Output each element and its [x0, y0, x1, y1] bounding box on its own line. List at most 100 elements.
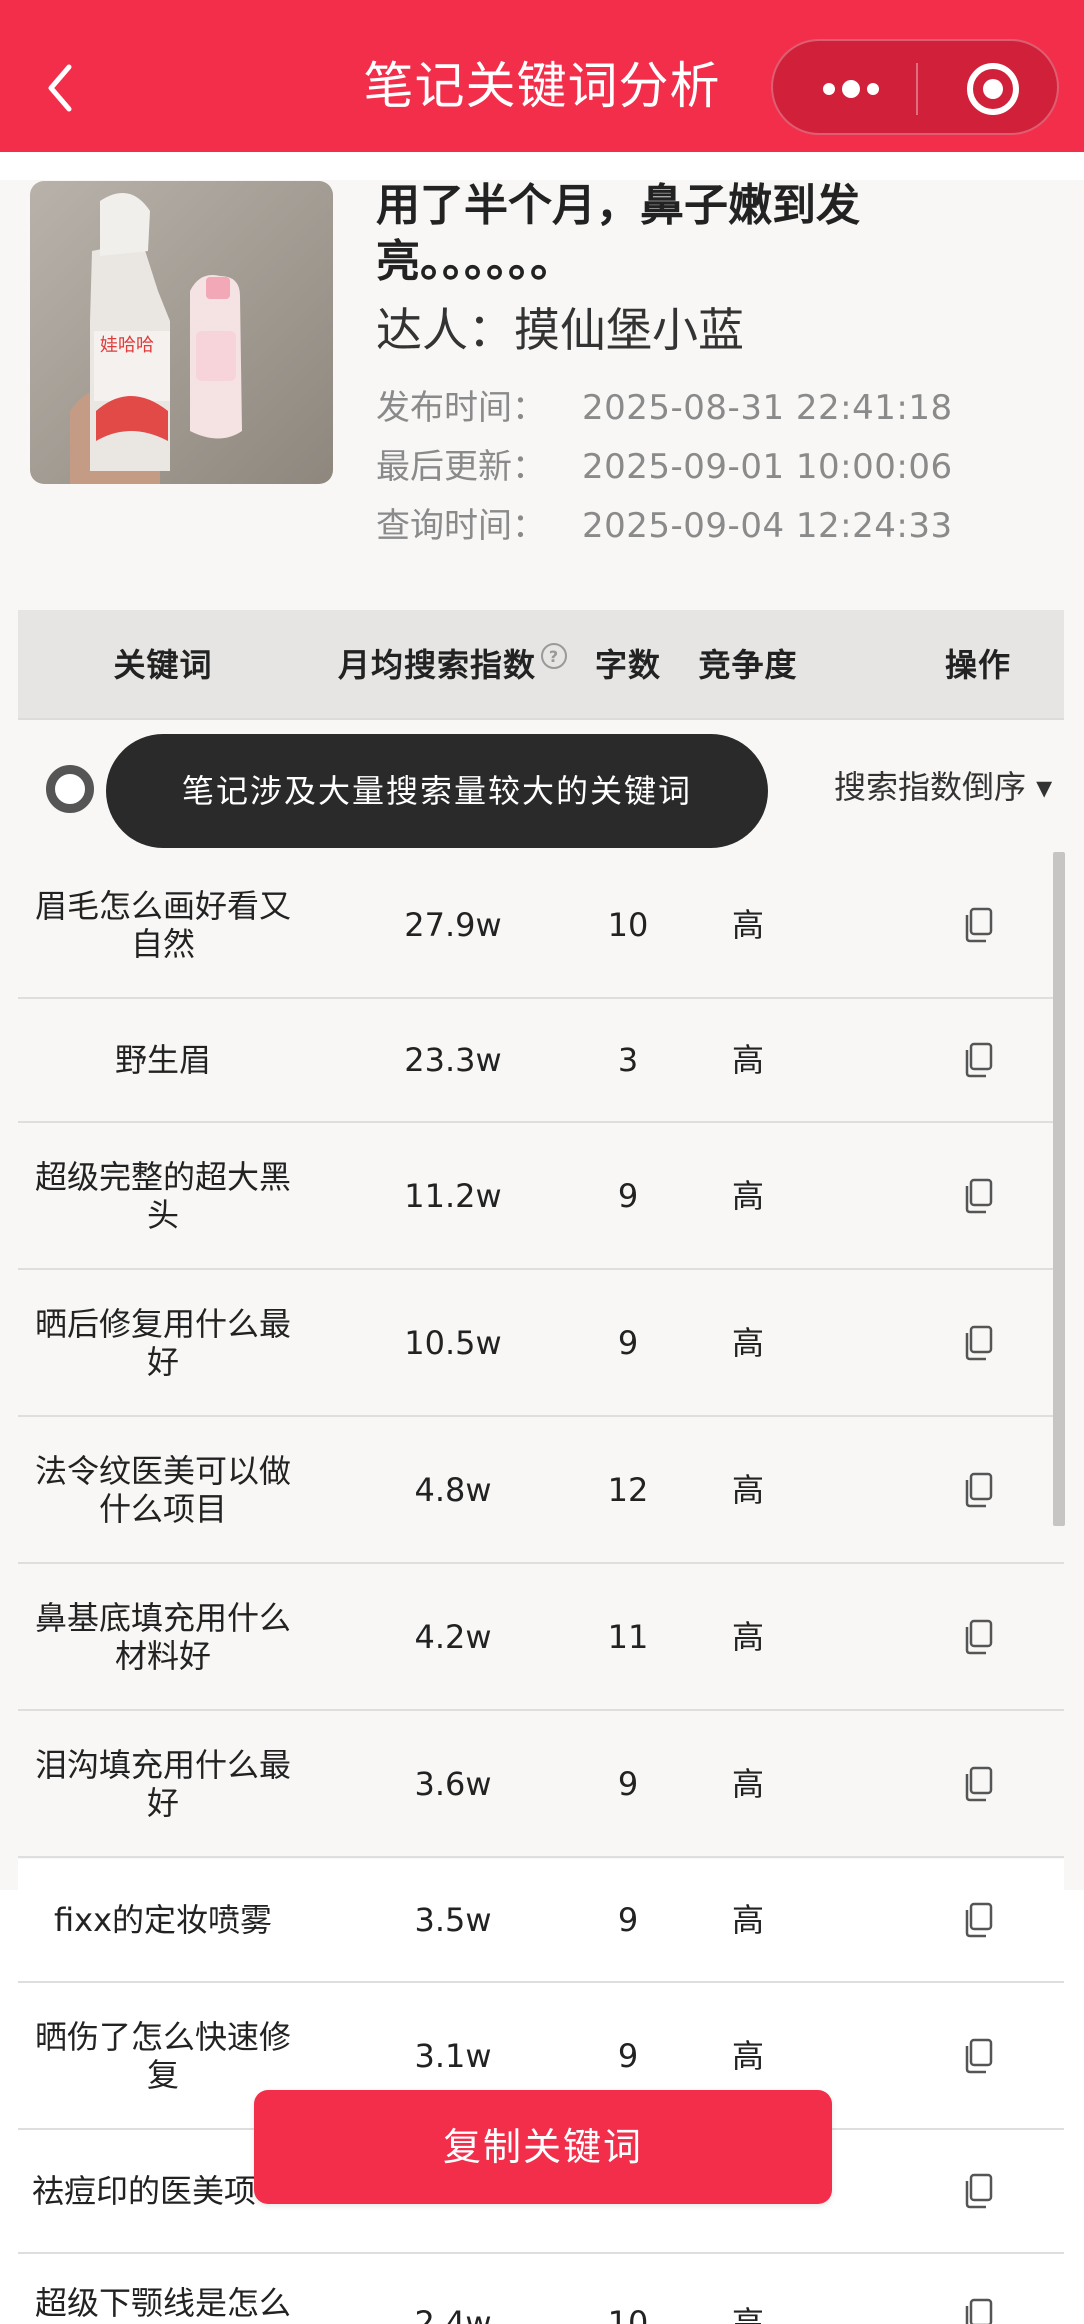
copy-row-button[interactable] — [888, 2254, 1068, 2324]
competition-cell: 高 — [731, 1617, 764, 1656]
search-index-cell: 2.4w — [414, 2304, 492, 2324]
last-update-time: 最后更新： 2025-09-01 10:00:06 — [376, 445, 953, 489]
meta-value: 2025-08-31 22:41:18 — [582, 388, 953, 428]
author-label: 达人： — [376, 303, 514, 357]
length-cell: 9 — [617, 1176, 639, 1215]
copy-row-button[interactable] — [888, 1417, 1068, 1562]
thumbnail-image: 娃哈哈 — [30, 181, 333, 484]
header-action: 操作 — [944, 646, 1011, 684]
sort-dropdown[interactable]: 搜索指数倒序 ▾ — [834, 762, 1052, 812]
note-title: 用了半个月，鼻子嫩到发亮。。。。。。 — [376, 180, 860, 287]
competition-cell: 高 — [731, 2304, 764, 2324]
meta-value: 2025-09-04 12:24:33 — [582, 506, 953, 546]
author-line: 达人：摸仙堡小蓝 — [376, 300, 744, 360]
meta-label: 发布时间： — [376, 388, 546, 428]
keyword-cell: fixx的定妆喷雾 — [53, 1901, 273, 1939]
length-cell: 9 — [617, 1764, 639, 1803]
copy-icon — [965, 1042, 993, 1078]
copy-row-button[interactable] — [888, 1123, 1068, 1268]
more-icon — [823, 80, 879, 98]
keyword-cell: 晒后修复用什么最好 — [34, 1304, 291, 1381]
copy-row-button[interactable] — [888, 1270, 1068, 1415]
publish-time: 发布时间： 2025-08-31 22:41:18 — [376, 386, 953, 430]
svg-text:?: ? — [549, 647, 559, 666]
competition-cell: 高 — [731, 1323, 764, 1362]
more-button[interactable] — [811, 59, 891, 119]
svg-text:娃哈哈: 娃哈哈 — [100, 335, 154, 356]
keyword-cell: 法令纹医美可以做什么项目 — [34, 1451, 291, 1528]
copy-icon — [965, 1902, 993, 1938]
header-search-index[interactable]: 月均搜索指数? — [308, 610, 598, 720]
length-cell: 10 — [607, 905, 649, 944]
copy-icon — [965, 907, 993, 942]
capsule-divider — [916, 63, 918, 115]
meta-value: 2025-09-01 10:00:06 — [582, 447, 953, 487]
length-cell: 3 — [617, 1041, 639, 1079]
close-button[interactable] — [953, 59, 1033, 119]
copy-row-button[interactable] — [888, 2130, 1068, 2252]
copy-row-button[interactable] — [888, 1859, 1068, 1981]
copy-icon — [965, 2173, 993, 2209]
table-row: 超级下颚线是怎么 2.4w 10 高 — [18, 2254, 1064, 2324]
length-cell: 11 — [607, 1617, 649, 1656]
copy-icon — [965, 2038, 993, 2073]
mini-program-capsule — [771, 39, 1059, 135]
top-bar: 笔记关键词分析 — [0, 0, 1084, 152]
competition-cell: 高 — [731, 1764, 764, 1803]
meta-label: 最后更新： — [376, 447, 546, 487]
help-icon[interactable]: ? — [540, 642, 568, 670]
copy-icon — [965, 1325, 993, 1360]
copy-icon — [965, 1766, 993, 1801]
copy-row-button[interactable] — [888, 999, 1068, 1121]
table-row: fixx的定妆喷雾 3.5w 9 高 — [18, 1859, 1064, 1983]
copy-keywords-button[interactable]: 复制关键词 — [254, 2090, 832, 2204]
copy-row-button[interactable] — [888, 1711, 1068, 1856]
copy-row-button[interactable] — [888, 852, 1068, 997]
search-index-cell: 3.5w — [414, 1901, 492, 1939]
keyword-cell: 鼻基底填充用什么材料好 — [34, 1598, 291, 1675]
author-name: 摸仙堡小蓝 — [514, 303, 744, 357]
competition-cell: 高 — [731, 1176, 764, 1215]
search-index-cell: 23.3w — [404, 1041, 502, 1079]
length-cell: 9 — [617, 1901, 639, 1939]
copy-icon — [965, 2298, 993, 2324]
search-index-cell: 4.2w — [414, 1617, 492, 1656]
table-header: 关键词 月均搜索指数? 字数 竞争度 操作 — [18, 610, 1064, 720]
table-row: 法令纹医美可以做什么项目 4.8w 12 高 — [18, 1417, 1064, 1564]
query-time: 查询时间： 2025-09-04 12:24:33 — [376, 504, 953, 548]
filter-radio[interactable] — [46, 765, 94, 813]
copy-row-button[interactable] — [888, 1983, 1068, 2128]
search-index-cell: 4.8w — [414, 1470, 492, 1509]
table-row: 泪沟填充用什么最好 3.6w 9 高 — [18, 1711, 1064, 1858]
close-target-icon — [967, 63, 1019, 115]
table-row: 眉毛怎么画好看又自然 27.9w 10 高 — [18, 852, 1064, 999]
copy-row-button[interactable] — [888, 1564, 1068, 1709]
competition-cell: 高 — [731, 1470, 764, 1509]
table-scrollbar[interactable] — [1053, 852, 1065, 1526]
search-index-cell: 11.2w — [404, 1176, 502, 1215]
search-index-cell: 10.5w — [404, 1323, 502, 1362]
header-length: 字数 — [594, 646, 661, 684]
competition-cell: 高 — [731, 905, 764, 944]
note-thumbnail[interactable]: 娃哈哈 — [30, 181, 333, 484]
keyword-cell: 泪沟填充用什么最好 — [34, 1745, 291, 1822]
keyword-cell: 超级下颚线是怎么 — [34, 2284, 291, 2322]
table-row: 超级完整的超大黑头 11.2w 9 高 — [18, 1123, 1064, 1270]
tooltip: 笔记涉及大量搜索量较大的关键词 — [106, 734, 768, 848]
keyword-cell: 眉毛怎么画好看又自然 — [34, 886, 291, 963]
search-index-cell: 3.6w — [414, 1764, 492, 1803]
table-row: 晒后修复用什么最好 10.5w 9 高 — [18, 1270, 1064, 1417]
table-row: 鼻基底填充用什么材料好 4.2w 11 高 — [18, 1564, 1064, 1711]
copy-icon — [965, 1472, 993, 1507]
length-cell: 10 — [607, 2304, 649, 2324]
search-index-cell: 27.9w — [404, 905, 502, 944]
copy-icon — [965, 1619, 993, 1654]
header-search-index-label: 月均搜索指数 — [337, 646, 536, 684]
table-row: 野生眉 23.3w 3 高 — [18, 999, 1064, 1123]
competition-cell: 高 — [731, 1901, 764, 1939]
header-competition: 竞争度 — [698, 646, 798, 684]
keyword-cell: 野生眉 — [114, 1041, 211, 1079]
meta-label: 查询时间： — [376, 506, 546, 546]
length-cell: 12 — [607, 1470, 649, 1509]
header-keyword: 关键词 — [113, 646, 213, 684]
